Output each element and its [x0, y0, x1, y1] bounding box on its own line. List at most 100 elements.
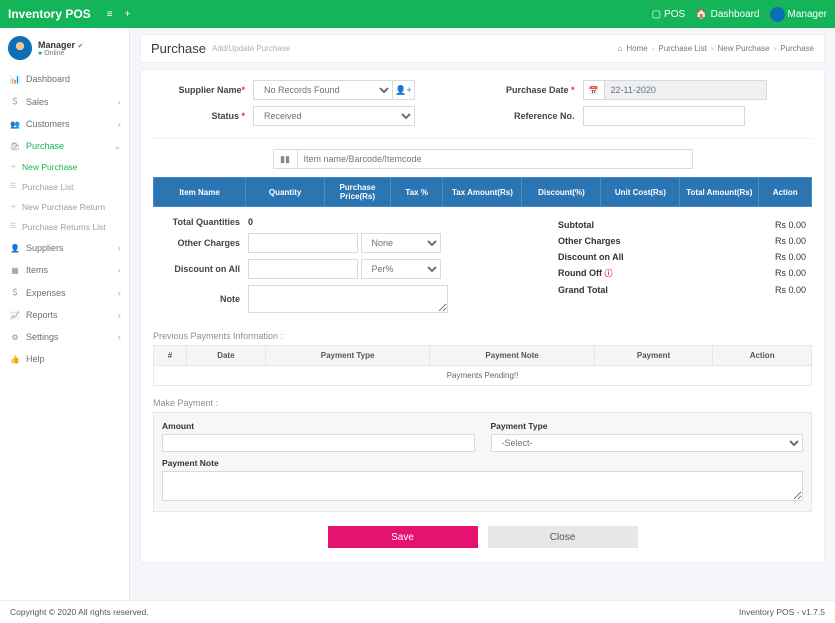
total-qty-label: Total Quantities	[153, 217, 248, 227]
nav-purchase[interactable]: 🛍Purchase	[0, 135, 129, 157]
topbar-dashboard-label: Dashboard	[711, 9, 760, 20]
other-charges-total-value: Rs 0.00	[775, 236, 806, 246]
discount-all-input[interactable]	[248, 259, 358, 279]
col-total: Total Amount(Rs)	[680, 178, 759, 207]
topbar-pos-label: POS	[664, 9, 685, 20]
user-panel: Manager ✔ Online	[0, 28, 129, 68]
make-payment-panel: Amount Payment Type -Select- Payment Not…	[153, 412, 812, 512]
roundoff-label: Round Off ⓘ	[558, 268, 613, 279]
payment-type-label: Payment Type	[491, 421, 804, 431]
page-header: Purchase Add/Update Purchase ⌂ Home› Pur…	[140, 34, 825, 63]
subnav-purchase-returns-list[interactable]: ☰Purchase Returns List	[0, 217, 129, 237]
note-label: Note	[153, 294, 248, 304]
roundoff-value: Rs 0.00	[775, 268, 806, 279]
sales-icon: ＄	[10, 96, 20, 107]
close-button[interactable]: Close	[488, 526, 638, 548]
list-icon: ☰	[10, 222, 16, 230]
plus-icon: ＋	[10, 162, 17, 172]
nav-dashboard[interactable]: 📊Dashboard	[0, 68, 129, 90]
grandtotal-label: Grand Total	[558, 285, 608, 295]
nav-reports[interactable]: 📈Reports	[0, 304, 129, 326]
crumb-current: Purchase	[780, 44, 814, 53]
note-input[interactable]	[248, 285, 448, 313]
items-icon: ▦	[10, 266, 20, 275]
topbar: Inventory POS ≡ + ▢ POS 🏠 Dashboard Mana…	[0, 0, 835, 28]
divider	[153, 138, 812, 139]
total-qty-value: 0	[248, 217, 253, 227]
purchase-date-input[interactable]	[605, 80, 767, 100]
pay-col-num: #	[154, 346, 187, 366]
add-supplier-button[interactable]: 👤+	[393, 80, 415, 100]
save-button[interactable]: Save	[328, 526, 478, 548]
other-charges-total-label: Other Charges	[558, 236, 621, 246]
crumb-purchase-list[interactable]: Purchase List	[658, 44, 706, 53]
subnav-purchase-list[interactable]: ☰Purchase List	[0, 177, 129, 197]
amount-input[interactable]	[162, 434, 475, 452]
payment-note-label: Payment Note	[162, 458, 803, 468]
info-icon[interactable]: ⓘ	[605, 269, 613, 278]
footer: Copyright © 2020 All rights reserved. In…	[0, 600, 835, 623]
menu-toggle-icon[interactable]: ≡	[101, 5, 119, 24]
pay-col-type: Payment Type	[265, 346, 430, 366]
item-search-input[interactable]	[297, 149, 693, 169]
subtotal-value: Rs 0.00	[775, 220, 806, 230]
col-action: Action	[759, 178, 812, 207]
avatar-icon	[770, 7, 785, 22]
nav-help[interactable]: 👍Help	[0, 348, 129, 370]
nav-customers[interactable]: 👥Customers	[0, 113, 129, 135]
reference-label: Reference No.	[483, 111, 583, 121]
subtotal-label: Subtotal	[558, 220, 594, 230]
page-subtitle: Add/Update Purchase	[212, 44, 290, 53]
nav-suppliers[interactable]: 👤Suppliers	[0, 237, 129, 259]
col-taxamt: Tax Amount(Rs)	[443, 178, 522, 207]
supplier-label: Supplier Name*	[153, 85, 253, 95]
nav-settings[interactable]: ⚙Settings	[0, 326, 129, 348]
reference-input[interactable]	[583, 106, 745, 126]
dashboard-icon: 📊	[10, 75, 20, 84]
other-charges-label: Other Charges	[153, 238, 248, 248]
payments-empty: Payments Pending!!	[154, 366, 812, 386]
settings-icon: ⚙	[10, 333, 20, 342]
prev-payments-table: # Date Payment Type Payment Note Payment…	[153, 345, 812, 386]
nav: 📊Dashboard ＄Sales 👥Customers 🛍Purchase ＋…	[0, 68, 129, 370]
make-payment-title: Make Payment :	[153, 398, 812, 408]
breadcrumb: ⌂ Home› Purchase List› New Purchase› Pur…	[618, 44, 815, 53]
payment-type-select[interactable]: -Select-	[491, 434, 804, 452]
crumb-new-purchase[interactable]: New Purchase	[718, 44, 770, 53]
topbar-pos-link[interactable]: ▢ POS	[652, 9, 686, 20]
col-price: Purchase Price(Rs)	[325, 178, 391, 207]
discount-all-label: Discount on All	[153, 264, 248, 274]
nav-sales[interactable]: ＄Sales	[0, 90, 129, 113]
crumb-home[interactable]: Home	[626, 44, 647, 53]
nav-items[interactable]: ▦Items	[0, 259, 129, 281]
footer-version: Inventory POS - v1.7.5	[739, 607, 825, 617]
user-status: Online	[38, 50, 83, 57]
col-qty: Quantity	[246, 178, 325, 207]
purchase-icon: 🛍	[10, 142, 20, 151]
col-item: Item Name	[154, 178, 246, 207]
topbar-user-label: Manager	[788, 9, 827, 20]
topbar-dashboard-link[interactable]: 🏠 Dashboard	[695, 9, 759, 20]
pay-col-date: Date	[186, 346, 265, 366]
discount-type-select[interactable]: Per%	[361, 259, 441, 279]
topbar-user[interactable]: Manager	[770, 7, 827, 22]
main: Purchase Add/Update Purchase ⌂ Home› Pur…	[130, 28, 835, 600]
supplier-select[interactable]: No Records Found	[253, 80, 393, 100]
subnav-new-purchase-return[interactable]: ＋New Purchase Return	[0, 197, 129, 217]
brand[interactable]: Inventory POS	[8, 7, 91, 21]
other-charges-type-select[interactable]: None	[361, 233, 441, 253]
payment-note-input[interactable]	[162, 471, 803, 501]
nav-expenses[interactable]: ＄Expenses	[0, 281, 129, 304]
subnav-new-purchase[interactable]: ＋New Purchase	[0, 157, 129, 177]
suppliers-icon: 👤	[10, 244, 20, 253]
add-icon[interactable]: +	[119, 5, 137, 24]
status-label: Status *	[153, 111, 253, 121]
purchase-form-card: Supplier Name* No Records Found 👤+ Statu…	[140, 69, 825, 563]
nav-purchase-sub: ＋New Purchase ☰Purchase List ＋New Purcha…	[0, 157, 129, 237]
help-icon: 👍	[10, 355, 20, 364]
status-select[interactable]: Received	[253, 106, 415, 126]
col-disc: Discount(%)	[522, 178, 601, 207]
calendar-icon[interactable]: 📅	[583, 80, 605, 100]
other-charges-input[interactable]	[248, 233, 358, 253]
grandtotal-value: Rs 0.00	[775, 285, 806, 295]
